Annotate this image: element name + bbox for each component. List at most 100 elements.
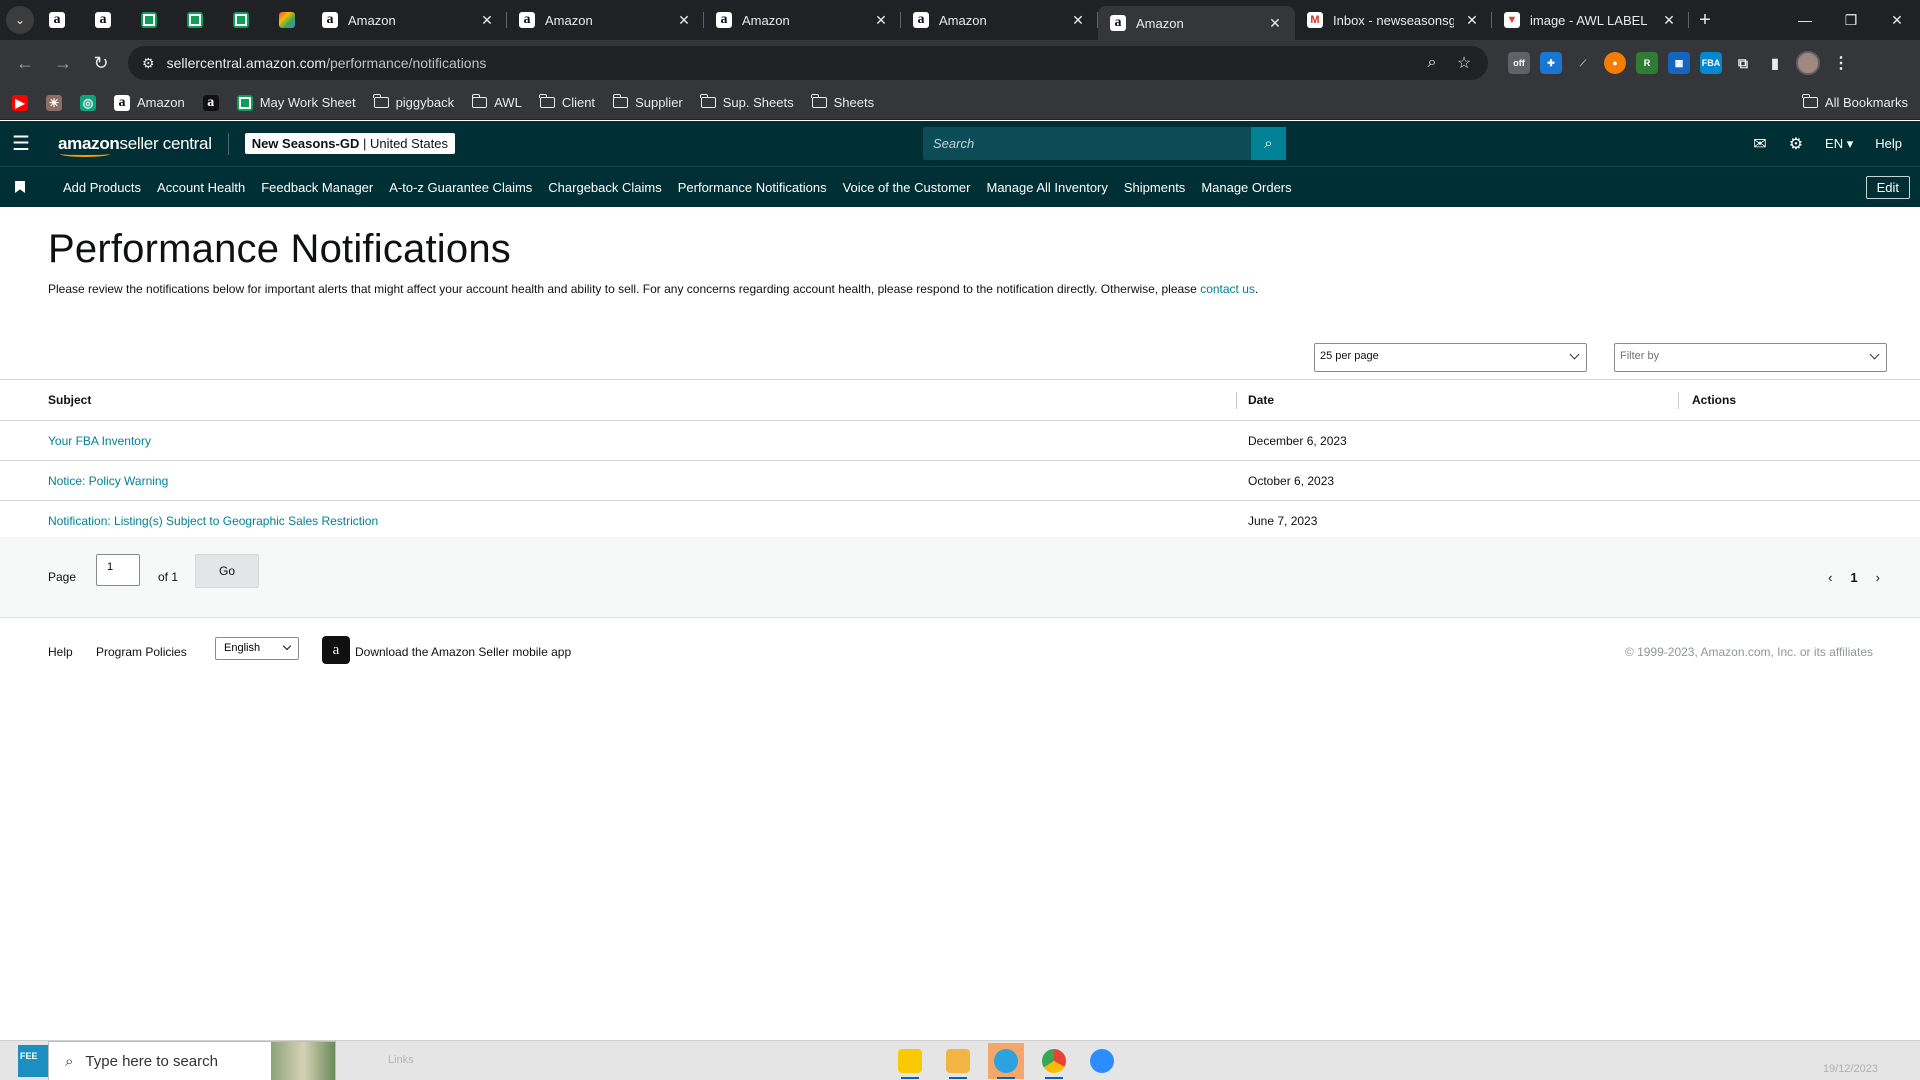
- new-tab-button[interactable]: +: [1689, 4, 1721, 36]
- nav-feedback-manager[interactable]: Feedback Manager: [261, 180, 373, 195]
- bookmark-folder-sheets[interactable]: Sheets: [811, 94, 874, 110]
- pinned-tab-app[interactable]: [264, 0, 310, 40]
- extension-icon[interactable]: ✚: [1540, 52, 1562, 74]
- help-link[interactable]: Help: [1875, 136, 1902, 151]
- search-input[interactable]: Search: [923, 136, 1251, 151]
- restore-button[interactable]: ❐: [1828, 0, 1874, 40]
- bookmark-star-icon[interactable]: ☆: [1454, 53, 1474, 73]
- language-selector[interactable]: EN ▾: [1825, 136, 1853, 152]
- url-text[interactable]: sellercentral.amazon.com/performance/not…: [167, 55, 1410, 71]
- extension-icon[interactable]: off: [1508, 52, 1530, 74]
- fba-extension-icon[interactable]: FBA: [1700, 52, 1722, 74]
- close-icon[interactable]: ✕: [479, 12, 495, 29]
- browser-tab[interactable]: a Amazon ✕: [310, 0, 507, 40]
- footer-language-select[interactable]: English: [215, 637, 299, 660]
- column-header-subject[interactable]: Subject: [48, 393, 91, 407]
- extension-icon[interactable]: R: [1636, 52, 1658, 74]
- more-menu-icon[interactable]: ⋮: [1830, 52, 1852, 74]
- bookmark-folder-sup-sheets[interactable]: Sup. Sheets: [700, 94, 794, 110]
- nav-chargeback-claims[interactable]: Chargeback Claims: [548, 180, 661, 195]
- pinned-tab-sheets[interactable]: [126, 0, 172, 40]
- side-panel-icon[interactable]: ▮: [1764, 52, 1786, 74]
- calculator-icon[interactable]: ▦: [1668, 52, 1690, 74]
- site-info-icon[interactable]: ⚙: [142, 55, 155, 72]
- nav-manage-orders[interactable]: Manage Orders: [1201, 180, 1291, 195]
- pinned-tab-sheets-2[interactable]: [172, 0, 218, 40]
- forward-button[interactable]: →: [46, 46, 80, 80]
- taskbar-app-file-explorer[interactable]: [940, 1043, 976, 1079]
- bookmark-amazon[interactable]: a Amazon: [114, 94, 185, 111]
- close-icon[interactable]: ✕: [1464, 12, 1480, 29]
- edit-nav-button[interactable]: Edit: [1865, 175, 1910, 199]
- chatgpt-icon[interactable]: ◎: [80, 94, 96, 111]
- minimize-button[interactable]: —: [1782, 0, 1828, 40]
- bookmark-may-work-sheet[interactable]: May Work Sheet: [236, 94, 356, 111]
- pinned-tab-amazon[interactable]: a: [34, 0, 80, 40]
- tab-search-menu-button[interactable]: ⌄: [6, 6, 34, 34]
- column-header-date[interactable]: Date: [1248, 393, 1274, 407]
- close-icon[interactable]: ✕: [1070, 12, 1086, 29]
- seller-central-logo[interactable]: amazon seller central: [58, 132, 229, 157]
- browser-tab[interactable]: a Amazon ✕: [901, 0, 1098, 40]
- pinned-tab-sheets-3[interactable]: [218, 0, 264, 40]
- taskbar-app-telegram[interactable]: [988, 1043, 1024, 1079]
- taskbar-search-box[interactable]: ⌕ Type here to search: [48, 1041, 336, 1080]
- close-icon[interactable]: ✕: [1661, 12, 1677, 29]
- current-page[interactable]: 1: [1850, 570, 1857, 585]
- taskbar-links-toolbar[interactable]: Links: [388, 1054, 414, 1066]
- address-bar[interactable]: ⚙ sellercentral.amazon.com/performance/n…: [128, 46, 1488, 80]
- taskbar-widget[interactable]: FEE: [18, 1045, 52, 1077]
- footer-program-policies-link[interactable]: Program Policies: [96, 645, 187, 659]
- browser-tab[interactable]: a Amazon ✕: [704, 0, 901, 40]
- zoom-icon[interactable]: ⌕: [1422, 54, 1442, 72]
- close-icon[interactable]: ✕: [676, 12, 692, 29]
- search-icon[interactable]: ⌕: [1251, 127, 1286, 160]
- browser-tab-active[interactable]: a Amazon ✕: [1098, 6, 1295, 40]
- back-button[interactable]: ←: [8, 46, 42, 80]
- close-window-button[interactable]: ✕: [1874, 0, 1920, 40]
- per-page-select[interactable]: 25 per page: [1314, 343, 1587, 372]
- nav-voice-of-customer[interactable]: Voice of the Customer: [843, 180, 971, 195]
- browser-tab[interactable]: M Inbox - newseasonsgd@ ✕: [1295, 0, 1492, 40]
- bookmark-folder-supplier[interactable]: Supplier: [612, 94, 683, 110]
- filter-select[interactable]: Filter by: [1614, 343, 1887, 372]
- taskbar-app-sticky-notes[interactable]: [892, 1043, 928, 1079]
- chevron-left-icon[interactable]: ‹: [1828, 570, 1832, 585]
- close-icon[interactable]: ✕: [1267, 15, 1283, 32]
- nav-account-health[interactable]: Account Health: [157, 180, 245, 195]
- bookmark-folder-piggyback[interactable]: piggyback: [373, 94, 454, 110]
- browser-tab[interactable]: ▼ image - AWL LABEL ✕: [1492, 0, 1689, 40]
- amazon-seller-icon[interactable]: a: [202, 94, 219, 111]
- taskbar-app-zoom[interactable]: [1084, 1043, 1120, 1079]
- extensions-puzzle-icon[interactable]: ⧉: [1732, 52, 1754, 74]
- nav-add-products[interactable]: Add Products: [63, 180, 141, 195]
- notification-subject-link[interactable]: Notice: Policy Warning: [48, 474, 168, 488]
- amazon-seller-app-icon[interactable]: a: [322, 636, 350, 664]
- extension-icon[interactable]: ⟋: [1572, 52, 1594, 74]
- profile-avatar[interactable]: [1796, 51, 1820, 75]
- extension-icon[interactable]: ●: [1604, 52, 1626, 74]
- bookmark-folder-client[interactable]: Client: [539, 94, 595, 110]
- reload-button[interactable]: ↻: [84, 46, 118, 80]
- notification-subject-link[interactable]: Your FBA Inventory: [48, 434, 151, 448]
- close-icon[interactable]: ✕: [873, 12, 889, 29]
- hamburger-menu-icon[interactable]: ☰: [12, 131, 36, 156]
- go-button[interactable]: Go: [195, 554, 259, 588]
- pinned-tab-amazon-2[interactable]: a: [80, 0, 126, 40]
- chevron-right-icon[interactable]: ›: [1876, 570, 1880, 585]
- store-selector[interactable]: New Seasons-GD | United States: [244, 133, 455, 154]
- nav-shipments[interactable]: Shipments: [1124, 180, 1185, 195]
- bookmark-icon[interactable]: ☀: [46, 94, 62, 111]
- notification-subject-link[interactable]: Notification: Listing(s) Subject to Geog…: [48, 514, 378, 528]
- mail-icon[interactable]: ✉: [1753, 134, 1766, 154]
- bookmark-folder-awl[interactable]: AWL: [471, 94, 522, 110]
- download-app-link[interactable]: Download the Amazon Seller mobile app: [355, 645, 571, 659]
- nav-performance-notifications[interactable]: Performance Notifications: [678, 180, 827, 195]
- youtube-icon[interactable]: ▶: [12, 94, 28, 111]
- contact-us-link[interactable]: contact us: [1200, 282, 1255, 296]
- taskbar-app-chrome[interactable]: [1036, 1043, 1072, 1079]
- gear-icon[interactable]: ⚙: [1789, 134, 1803, 154]
- bookmark-icon[interactable]: [15, 181, 25, 193]
- nav-a-to-z-claims[interactable]: A-to-z Guarantee Claims: [389, 180, 532, 195]
- browser-tab[interactable]: a Amazon ✕: [507, 0, 704, 40]
